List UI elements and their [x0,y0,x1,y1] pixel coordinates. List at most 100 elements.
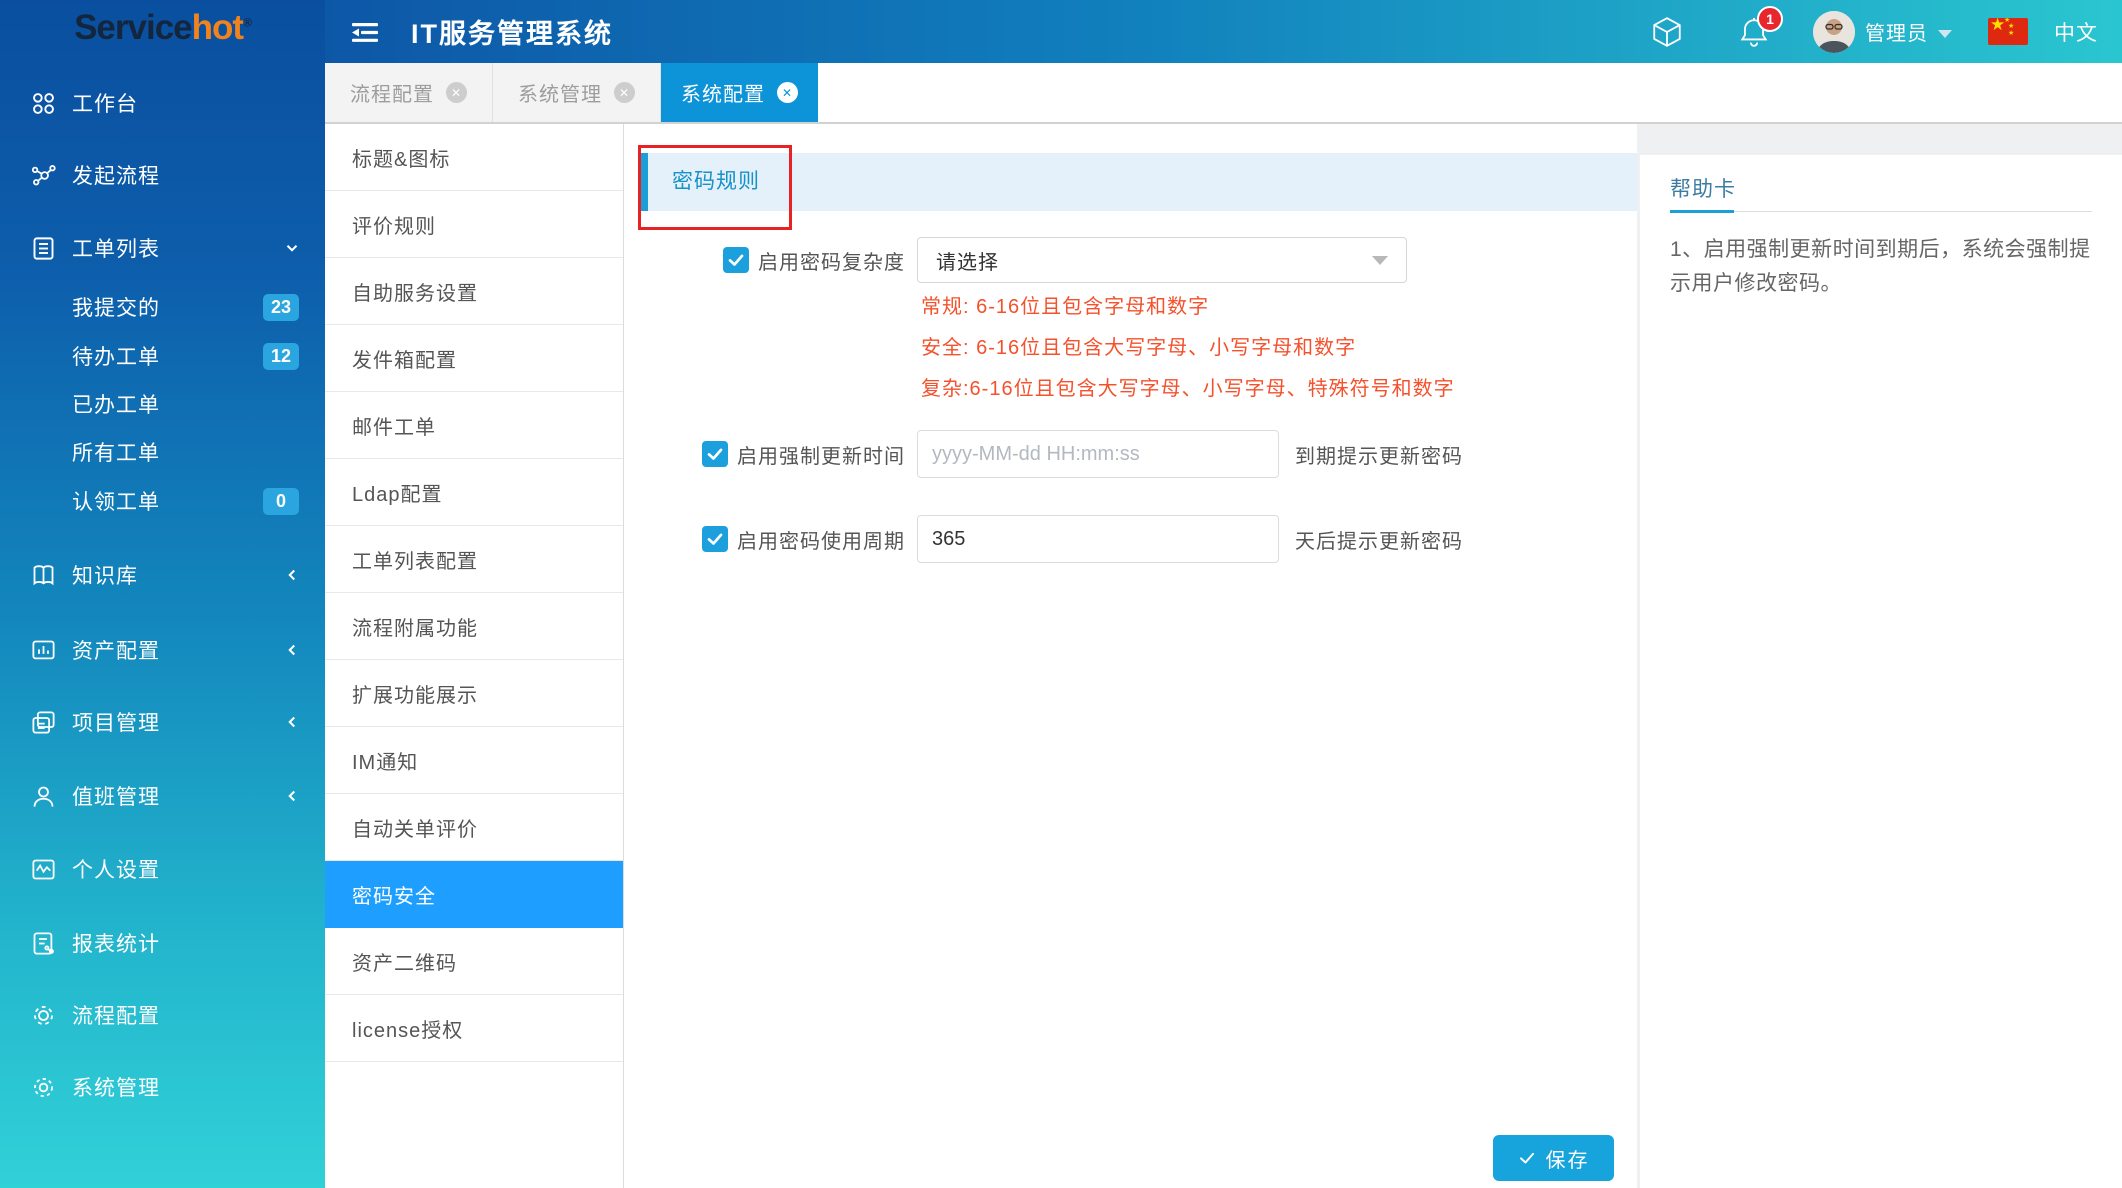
app-title: IT服务管理系统 [411,12,613,51]
settings-item-mail-ticket[interactable]: 邮件工单 [325,392,623,459]
complexity-select[interactable]: 请选择 [917,237,1407,283]
checkbox-enable-complexity[interactable] [723,247,749,273]
gear-icon [30,1074,57,1101]
tab-system-mgmt[interactable]: 系统管理 ✕ [493,63,661,122]
sidebar-collapse-icon[interactable] [347,16,383,48]
chevron-left-icon [283,641,301,659]
settings-item-rating-rules[interactable]: 评价规则 [325,191,623,258]
count-badge: 0 [263,488,299,515]
settings-menu: 标题&图标 评价规则 自助服务设置 发件箱配置 邮件工单 Ldap配置 工单列表… [325,124,624,1188]
sidebar-item-label: 资产配置 [72,635,160,665]
close-icon[interactable]: ✕ [446,82,467,103]
user-menu-caret-icon[interactable] [1938,30,1952,38]
tab-process-config[interactable]: 流程配置 ✕ [325,63,493,122]
help-card-panel: 帮助卡 1、启用强制更新时间到期后，系统会强制提示用户修改密码。 [1640,155,2122,1188]
sidebar-subitem-my-submitted[interactable]: 我提交的 23 [0,286,325,328]
sidebar-item-process-config[interactable]: 流程配置 [0,991,325,1039]
tab-label: 流程配置 [350,78,434,107]
settings-item-asset-qrcode[interactable]: 资产二维码 [325,928,623,995]
chevron-left-icon [283,787,301,805]
open-tabs-bar: 流程配置 ✕ 系统管理 ✕ 系统配置 ✕ [325,63,2122,124]
row-password-complexity: 启用密码复杂度 请选择 [624,236,1637,284]
help-divider-accent [1670,210,1734,213]
sidebar-item-personal-settings[interactable]: 个人设置 [0,845,325,893]
sidebar-item-report-stats[interactable]: 报表统计 [0,919,325,967]
language-switcher[interactable]: 中文 [2054,17,2098,47]
select-caret-icon [1372,256,1388,265]
china-flag-icon[interactable]: ★★★★ [1988,18,2028,45]
sidebar-item-duty-mgmt[interactable]: 值班管理 [0,772,325,820]
document-list-icon [30,235,57,262]
sidebar-item-start-process[interactable]: 发起流程 [0,151,325,199]
sidebar-subitem-todo[interactable]: 待办工单 12 [0,335,325,377]
chevron-down-icon [283,239,301,257]
header-right-cluster: 1 管理员 ★★★★ 中文 [1651,11,2122,53]
save-button[interactable]: 保存 [1493,1135,1614,1181]
settings-item-selfservice[interactable]: 自助服务设置 [325,258,623,325]
close-icon[interactable]: ✕ [614,82,635,103]
settings-item-password-security[interactable]: 密码安全 [325,861,623,928]
section-title: 密码规则 [672,153,760,211]
gear-process-icon [30,1002,57,1029]
registered-mark: ® [243,15,251,29]
settings-item-license[interactable]: license授权 [325,995,623,1062]
count-badge: 12 [263,343,299,370]
settings-item-title-icon[interactable]: 标题&图标 [325,124,623,191]
force-update-datetime-input[interactable] [917,430,1279,478]
settings-item-im-notify[interactable]: IM通知 [325,727,623,794]
sidebar-subitem-done[interactable]: 已办工单 [0,383,325,425]
sidebar-item-workorder-list[interactable]: 工单列表 [0,224,325,272]
settings-item-process-attach[interactable]: 流程附属功能 [325,593,623,660]
sidebar-subitem-label: 认领工单 [72,486,160,516]
sidebar-item-label: 发起流程 [72,160,160,190]
section-accent-bar [641,153,648,211]
logo-text-service: Service [74,8,192,47]
app-window: Servicehot® 工作台 发起流程 工单列表 我提交的 23 [0,0,2122,1188]
field-label: 启用强制更新时间 [737,440,905,469]
hint-complex: 复杂:6-16位且包含大写字母、小写字母、特殊符号和数字 [921,372,1455,401]
hint-normal: 常规: 6-16位且包含字母和数字 [921,290,1209,319]
documents-icon [30,709,57,736]
settings-item-ldap[interactable]: Ldap配置 [325,459,623,526]
sidebar-item-label: 流程配置 [72,1000,160,1030]
person-icon [30,783,57,810]
primary-sidebar: Servicehot® 工作台 发起流程 工单列表 我提交的 23 [0,0,325,1188]
sidebar-item-knowledge-base[interactable]: 知识库 [0,551,325,599]
user-avatar[interactable] [1813,11,1855,53]
save-button-label: 保存 [1546,1144,1590,1173]
package-cube-icon[interactable] [1651,15,1683,49]
checkbox-enable-force-update[interactable] [702,441,728,467]
tab-label: 系统配置 [681,78,765,107]
sidebar-item-label: 报表统计 [72,928,160,958]
sidebar-subitem-claim[interactable]: 认领工单 0 [0,480,325,522]
settings-item-auto-close-rating[interactable]: 自动关单评价 [325,794,623,861]
settings-item-outbox[interactable]: 发件箱配置 [325,325,623,392]
password-cycle-days-input[interactable] [917,515,1279,563]
settings-item-extension-display[interactable]: 扩展功能展示 [325,660,623,727]
sidebar-subitem-label: 所有工单 [72,437,160,467]
sidebar-item-system-mgmt[interactable]: 系统管理 [0,1063,325,1111]
notification-bell-icon[interactable]: 1 [1739,16,1769,48]
sidebar-subitem-all[interactable]: 所有工单 [0,431,325,473]
field-suffix: 到期提示更新密码 [1295,440,1463,469]
tab-system-config[interactable]: 系统配置 ✕ [661,63,818,122]
field-suffix: 天后提示更新密码 [1295,525,1463,554]
password-rules-panel: 密码规则 启用密码复杂度 请选择 常规: 6-16位且包含字母和数字 安全: 6… [624,124,1637,1188]
settings-item-workorder-list-config[interactable]: 工单列表配置 [325,526,623,593]
sidebar-subitem-label: 我提交的 [72,292,160,322]
sidebar-item-project-mgmt[interactable]: 项目管理 [0,698,325,746]
sidebar-item-label: 值班管理 [72,781,160,811]
bar-chart-icon [30,637,57,664]
sidebar-item-workbench[interactable]: 工作台 [0,79,325,127]
flow-icon [30,162,57,189]
report-icon [30,930,57,957]
section-header: 密码规则 [641,153,1637,211]
close-icon[interactable]: ✕ [777,82,798,103]
sidebar-item-asset-config[interactable]: 资产配置 [0,626,325,674]
sidebar-subitem-label: 已办工单 [72,389,160,419]
servicehot-logo: Servicehot® [0,8,325,48]
checkbox-enable-cycle[interactable] [702,526,728,552]
user-name[interactable]: 管理员 [1865,17,1928,46]
notification-badge: 1 [1757,6,1783,32]
select-value: 请选择 [936,246,999,275]
